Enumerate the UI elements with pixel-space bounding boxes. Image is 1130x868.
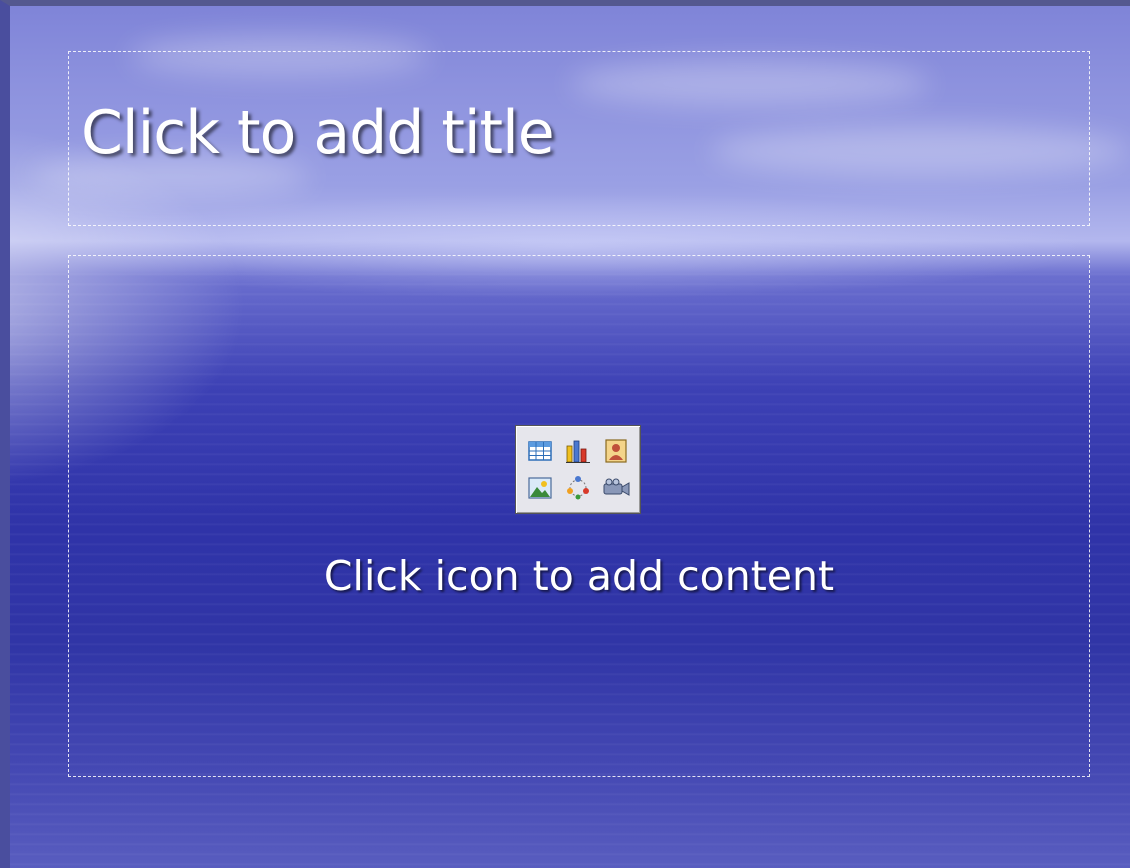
insert-table-icon[interactable] (521, 432, 559, 470)
slide-canvas: Click to add title Click icon to add con… (0, 0, 1130, 868)
content-icon-palette[interactable] (515, 425, 641, 514)
insert-diagram-icon[interactable] (559, 470, 597, 508)
content-placeholder-text[interactable]: Click icon to add content (69, 552, 1089, 600)
title-placeholder-text[interactable]: Click to add title (81, 98, 555, 168)
insert-picture-icon[interactable] (521, 470, 559, 508)
insert-clip-art-icon[interactable] (597, 432, 635, 470)
title-placeholder[interactable]: Click to add title (68, 51, 1090, 226)
insert-chart-icon[interactable] (559, 432, 597, 470)
insert-media-clip-icon[interactable] (597, 470, 635, 508)
content-placeholder[interactable]: Click icon to add content (68, 255, 1090, 777)
